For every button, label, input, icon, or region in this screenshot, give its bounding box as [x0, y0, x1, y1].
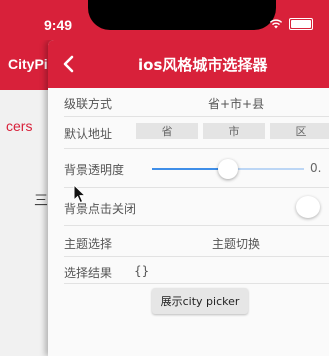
status-time: 9:49 [44, 17, 73, 33]
slider-track[interactable] [228, 168, 304, 170]
divider [64, 225, 329, 226]
wifi-icon [269, 19, 283, 29]
status-icons [269, 18, 313, 30]
theme-value[interactable]: 主题切换 [212, 235, 260, 252]
back-arrow-icon[interactable] [58, 53, 80, 75]
theme-label: 主题选择 [64, 237, 113, 251]
divider [64, 256, 329, 257]
battery-icon [289, 18, 313, 30]
background-glyph: 三 [34, 193, 48, 209]
divider [64, 116, 329, 117]
city-picker-page: ios风格城市选择器 级联方式 省+市+县 默认地址 省 市 区 背景透明度 0… [48, 40, 329, 356]
background-red-text: cers [6, 118, 33, 134]
city-field[interactable]: 市 [203, 123, 265, 139]
district-field[interactable]: 区 [270, 123, 329, 139]
cursor-icon [73, 184, 87, 204]
slider-track-active[interactable] [152, 168, 228, 170]
divider [64, 283, 329, 284]
opacity-value: 0. [310, 161, 322, 175]
tap-close-switch[interactable] [296, 196, 320, 218]
default-address-label: 默认地址 [64, 127, 113, 141]
background-title: CityPi [8, 56, 48, 72]
divider [64, 148, 329, 149]
show-city-picker-button[interactable]: 展示city picker [152, 288, 248, 314]
result-value: {} [134, 264, 150, 278]
province-field[interactable]: 省 [136, 123, 198, 139]
page-title: ios风格城市选择器 [138, 56, 268, 74]
cascade-value[interactable]: 省+市+县 [208, 95, 264, 112]
app-bar: ios风格城市选择器 [48, 40, 329, 88]
notch [88, 0, 276, 30]
divider [64, 187, 329, 188]
opacity-label: 背景透明度 [64, 163, 125, 177]
result-label: 选择结果 [64, 266, 113, 280]
opacity-slider-thumb[interactable] [218, 159, 238, 179]
cascade-label: 级联方式 [64, 97, 113, 111]
status-bar: 9:49 [0, 0, 329, 40]
